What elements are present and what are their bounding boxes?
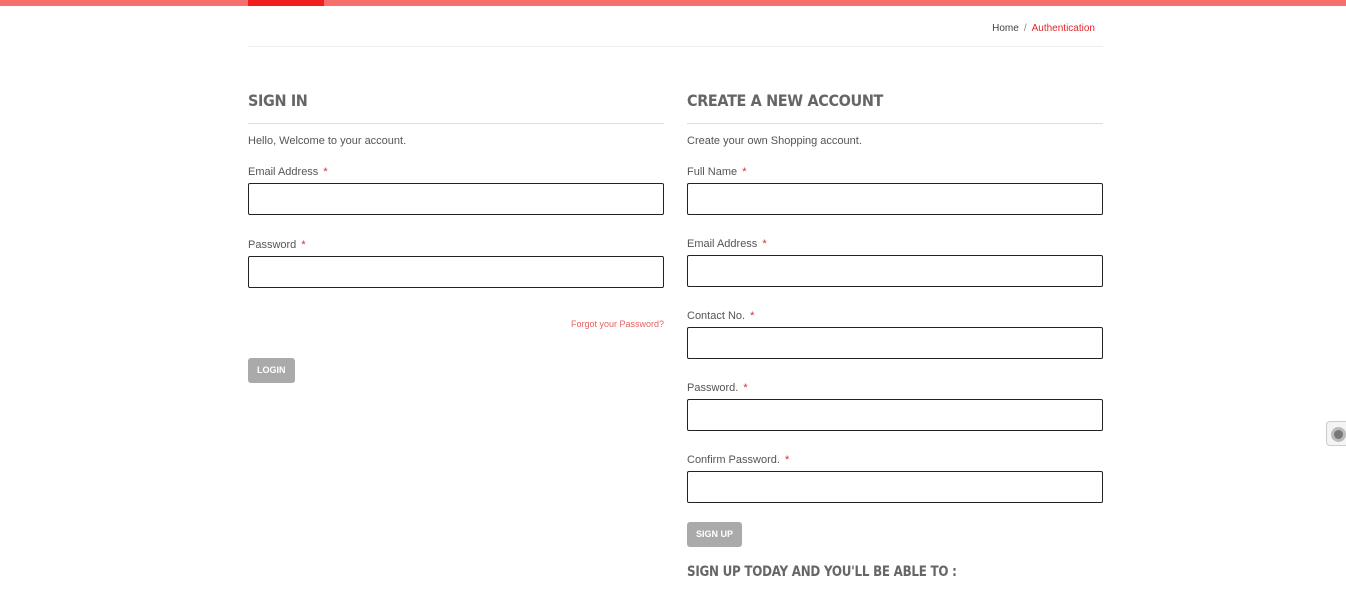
signup-divider bbox=[687, 123, 1103, 124]
signin-password-label: Password * bbox=[248, 239, 306, 251]
signup-contact-input[interactable] bbox=[687, 327, 1103, 359]
signup-password-label: Password. * bbox=[687, 382, 748, 394]
signin-email-input[interactable] bbox=[248, 183, 664, 215]
top-accent-bar bbox=[0, 0, 1346, 6]
required-mark: * bbox=[784, 454, 790, 466]
signup-email-group: Email Address * bbox=[687, 237, 1103, 287]
signin-divider bbox=[248, 123, 664, 124]
signup-fullname-input[interactable] bbox=[687, 183, 1103, 215]
signup-button[interactable]: SIGN UP bbox=[687, 522, 743, 547]
required-mark: * bbox=[762, 238, 767, 250]
breadcrumb-separator: / bbox=[1023, 23, 1027, 34]
signup-confirm-label: Confirm Password. * bbox=[687, 454, 790, 466]
signup-password-input[interactable] bbox=[687, 399, 1103, 431]
signin-section: SIGN IN Hello, Welcome to your account. … bbox=[248, 90, 664, 383]
signin-password-input[interactable] bbox=[248, 256, 664, 288]
side-floating-widget[interactable] bbox=[1326, 421, 1346, 446]
widget-circle-icon bbox=[1331, 427, 1346, 442]
breadcrumb-home-link[interactable]: Home bbox=[992, 23, 1019, 34]
signup-intro: Create your own Shopping account. bbox=[687, 135, 862, 147]
signin-intro: Hello, Welcome to your account. bbox=[248, 135, 407, 147]
signup-section: CREATE A NEW ACCOUNT Create your own Sho… bbox=[687, 90, 1103, 547]
signup-fullname-group: Full Name * bbox=[687, 165, 1103, 215]
signup-fullname-label: Full Name * bbox=[687, 166, 747, 178]
breadcrumb: Home / Authentication bbox=[248, 23, 1103, 34]
required-mark: * bbox=[323, 166, 328, 178]
signup-benefits-heading: SIGN UP TODAY AND YOU'LL BE ABLE TO : bbox=[687, 564, 957, 580]
signup-email-input[interactable] bbox=[687, 255, 1103, 287]
required-mark: * bbox=[742, 166, 747, 178]
forgot-password-link[interactable]: Forgot your Password? bbox=[248, 319, 664, 329]
signup-confirm-group: Confirm Password. * bbox=[687, 453, 1103, 503]
required-mark: * bbox=[743, 382, 748, 394]
signin-email-group: Email Address * bbox=[248, 165, 664, 215]
top-accent-highlight bbox=[248, 0, 324, 6]
signup-contact-label: Contact No. * bbox=[687, 310, 755, 322]
signup-contact-group: Contact No. * bbox=[687, 309, 1103, 359]
signup-confirm-input[interactable] bbox=[687, 471, 1103, 503]
required-mark: * bbox=[301, 239, 306, 251]
signin-email-label: Email Address * bbox=[248, 166, 328, 178]
signin-heading: SIGN IN bbox=[248, 91, 308, 110]
signin-password-group: Password * bbox=[248, 238, 664, 288]
breadcrumb-current: Authentication bbox=[1031, 23, 1095, 34]
login-button[interactable]: LOGIN bbox=[248, 358, 295, 383]
signup-heading: CREATE A NEW ACCOUNT bbox=[687, 91, 884, 110]
signup-password-group: Password. * bbox=[687, 381, 1103, 431]
required-mark: * bbox=[750, 310, 755, 322]
signup-email-label: Email Address * bbox=[687, 238, 767, 250]
breadcrumb-divider bbox=[248, 46, 1103, 47]
